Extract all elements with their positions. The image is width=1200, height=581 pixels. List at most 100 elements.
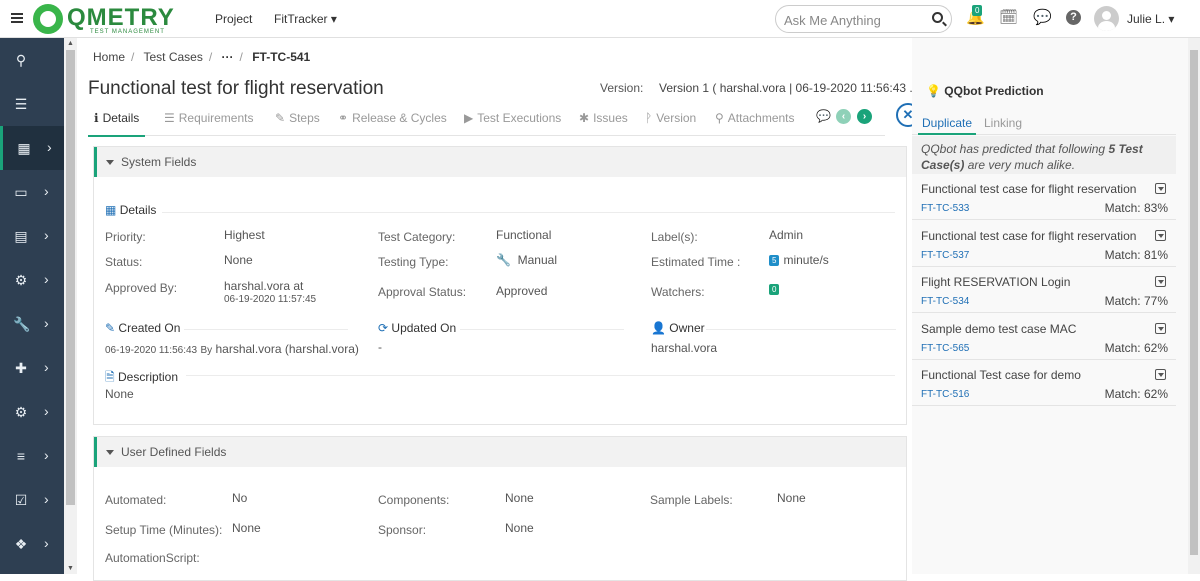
estimated-time-unit: minute/s — [783, 253, 829, 267]
help-icon[interactable]: ? — [1066, 10, 1081, 25]
sidebar: ⚲ ☰ ▦ › ▭ › ▤ › ⚙ › 🔧 › ✚ › ⚙ › ≡ › ☑ › ❖ › — [0, 38, 64, 574]
qqbot-note: QQbot has predicted that following 5 Tes… — [912, 136, 1176, 174]
updated-on-text: Updated On — [391, 321, 457, 335]
match-id-link[interactable]: FT-TC-537 — [921, 250, 969, 261]
list-item[interactable]: Flight RESERVATION Login FT-TC-534 Match: … — [912, 267, 1176, 313]
divider — [186, 375, 895, 376]
sidebar-item-puzzle[interactable]: ✚ › — [0, 346, 64, 390]
tab-issues[interactable]: ✱ Issues — [579, 111, 628, 125]
match-percent: Match: 62% — [1104, 340, 1168, 355]
system-fields-header[interactable]: System Fields — [94, 147, 906, 177]
user-defined-fields-header[interactable]: User Defined Fields — [94, 437, 906, 467]
system-fields-panel: System Fields ▦ Details Priority: Highes… — [93, 146, 907, 425]
match-percent: Match: 77% — [1104, 294, 1168, 308]
grid-icon: ▦ — [105, 203, 117, 217]
system-fields-title: System Fields — [121, 155, 197, 169]
approval-status-value: Approved — [496, 284, 548, 298]
pencil-icon: ✎ — [105, 321, 116, 335]
tab-linking[interactable]: Linking — [984, 116, 1022, 130]
archive-icon: ▭ — [14, 184, 28, 200]
logo-mark-icon — [33, 4, 63, 34]
avatar[interactable] — [1094, 6, 1119, 31]
tab-label: Details — [102, 111, 140, 125]
list-item[interactable]: Functional test case for flight reservat… — [912, 174, 1176, 220]
expand-box-icon[interactable] — [1155, 322, 1166, 334]
version-selector[interactable]: Version 1 ( harshal.vora | 06-19-2020 11… — [659, 81, 919, 95]
details-heading: ▦ Details — [105, 203, 156, 217]
bug-icon: ✱ — [579, 111, 590, 125]
estimated-time-label: Estimated Time : — [651, 255, 741, 269]
match-id-link[interactable]: FT-TC-516 — [921, 389, 969, 400]
right-scrollbar[interactable] — [1188, 38, 1200, 574]
breadcrumb-test-cases[interactable]: Test Cases — [143, 50, 202, 64]
tab-duplicate[interactable]: Duplicate — [917, 116, 977, 135]
tabs-next-icon[interactable]: › — [857, 109, 872, 124]
sidebar-item-wrench[interactable]: 🔧 › — [0, 302, 64, 346]
watchers-value[interactable]: 0 — [769, 282, 783, 296]
scroll-down-icon[interactable]: ▼ — [67, 565, 74, 572]
tab-release-cycles[interactable]: ⚭ Release & Cycles — [338, 111, 447, 125]
list-item[interactable]: Sample demo test case MAC FT-TC-565 Match:… — [912, 314, 1176, 360]
logo-text: QMETRY — [67, 4, 175, 31]
calendar-check-icon[interactable]: 🗓 — [999, 10, 1018, 26]
tab-requirements[interactable]: ☰ Requirements — [164, 111, 253, 125]
sidebar-item-search[interactable]: ⚲ — [0, 38, 64, 82]
breadcrumb-ellipsis[interactable]: ··· — [222, 50, 234, 64]
sidebar-item-checklist[interactable]: ☑ › — [0, 478, 64, 522]
tabs-prev-icon[interactable]: ‹ — [836, 109, 851, 124]
tab-test-executions[interactable]: ▶ Test Executions — [464, 111, 561, 125]
expand-box-icon[interactable] — [1155, 276, 1166, 287]
match-id-link[interactable]: FT-TC-534 — [921, 296, 969, 307]
sample-labels-value: None — [777, 491, 806, 505]
watchers-badge: 0 — [769, 284, 780, 295]
match-id-link[interactable]: FT-TC-533 — [921, 203, 969, 214]
hamburger-menu-icon[interactable] — [11, 13, 23, 25]
sidebar-item-cubes[interactable]: ❖ › — [0, 522, 64, 566]
chevron-right-icon: › — [44, 271, 49, 287]
sidebar-item-server[interactable]: ≡ › — [0, 434, 64, 478]
tab-details[interactable]: ℹ Details — [87, 111, 146, 137]
updated-on-heading: ⟳ Updated On — [378, 321, 456, 335]
search-icon[interactable] — [932, 12, 943, 23]
scroll-thumb[interactable] — [1190, 50, 1198, 555]
list-icon: ☰ — [164, 111, 175, 125]
comments-icon[interactable]: 💬 — [816, 109, 831, 124]
expand-box-icon[interactable] — [1155, 229, 1166, 241]
sidebar-item-list[interactable]: ☰ — [0, 82, 64, 126]
chat-icon[interactable]: 💬 — [1033, 10, 1052, 26]
document-icon: 🗎 — [105, 370, 115, 384]
qqbot-tabs: Duplicate Linking — [912, 111, 1176, 135]
left-scrollbar[interactable]: ▲ ▼ — [64, 38, 77, 574]
tab-attachments[interactable]: ⚲ Attachments — [715, 111, 795, 125]
search-input[interactable]: Ask Me Anything — [775, 5, 952, 33]
breadcrumb-home[interactable]: Home — [93, 50, 125, 64]
sidebar-item-cogs[interactable]: ⚙ › — [0, 258, 64, 302]
sidebar-item-settings[interactable]: ⚙ › — [0, 390, 64, 434]
chevron-right-icon: › — [44, 227, 49, 243]
sponsor-value: None — [505, 521, 534, 535]
match-name: Sample demo test case MAC — [921, 321, 1077, 336]
scroll-thumb[interactable] — [66, 50, 75, 505]
tab-version[interactable]: ᚹ Version — [645, 111, 696, 125]
tab-steps[interactable]: ✎ Steps — [275, 111, 320, 125]
match-name: Functional Test case for demo — [921, 368, 1081, 382]
chevron-right-icon: › — [44, 359, 49, 375]
sidebar-item-archive[interactable]: ▭ › — [0, 170, 64, 214]
tab-label: Test Executions — [477, 111, 562, 125]
list-item[interactable]: Functional test case for flight reservat… — [912, 221, 1176, 267]
scroll-up-icon[interactable]: ▲ — [67, 40, 74, 47]
sidebar-item-card[interactable]: ▤ › — [0, 214, 64, 258]
project-menu[interactable]: Project — [215, 12, 252, 26]
tab-label: Requirements — [178, 111, 254, 125]
user-menu[interactable]: Julie L. ▾ — [1127, 12, 1174, 26]
sample-labels-label: Sample Labels: — [650, 493, 733, 507]
expand-box-icon[interactable] — [1155, 369, 1166, 380]
list-item[interactable]: Functional Test case for demo FT-TC-516 Ma… — [912, 360, 1176, 406]
divider — [460, 329, 624, 330]
divider — [162, 212, 895, 213]
match-id-link[interactable]: FT-TC-565 — [921, 343, 969, 354]
expand-box-icon[interactable] — [1155, 183, 1166, 194]
sidebar-item-grid[interactable]: ▦ › — [0, 126, 64, 170]
branch-icon: ᚹ — [645, 111, 653, 125]
project-selector[interactable]: FitTracker ▾ — [274, 12, 337, 26]
